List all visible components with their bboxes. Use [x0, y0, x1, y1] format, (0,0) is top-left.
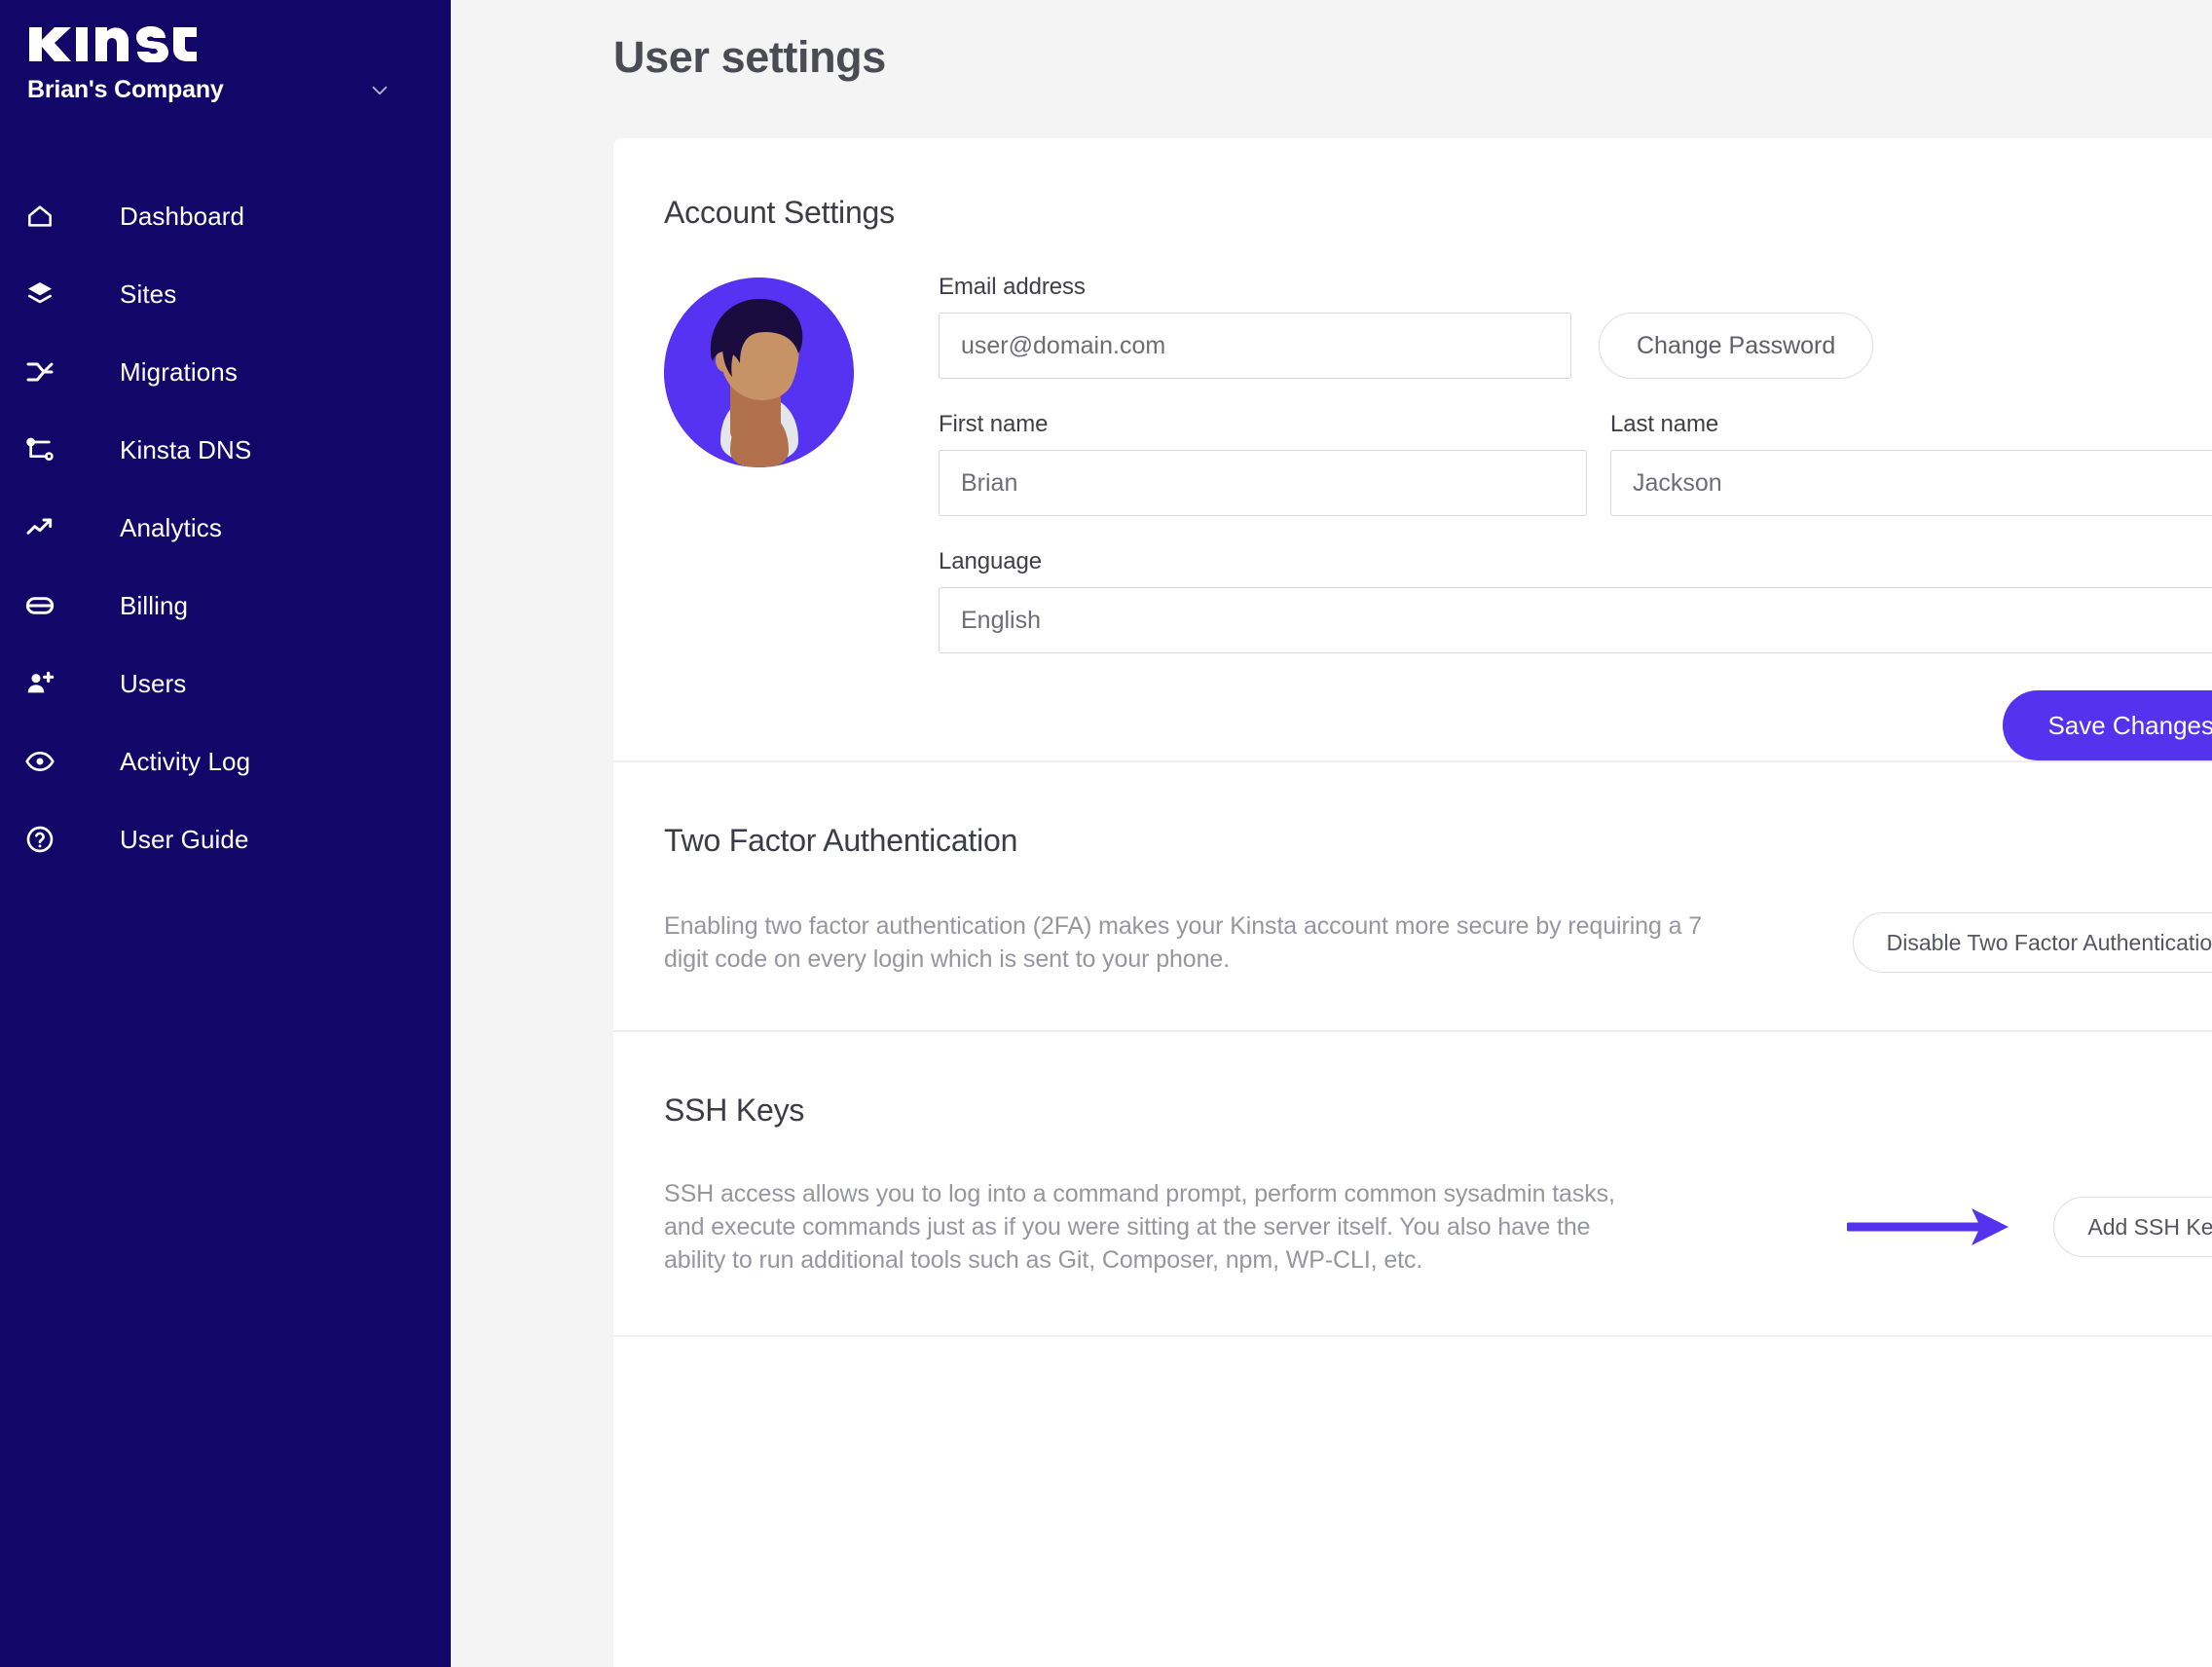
- right-arrow-annotation: [1847, 1204, 2020, 1250]
- sidebar-item-label: Users: [120, 668, 187, 698]
- language-select[interactable]: English: [939, 587, 2212, 653]
- last-name-label: Last name: [1610, 411, 1719, 437]
- account-settings-section: Account Settings Email address user@doma…: [613, 138, 2212, 760]
- home-icon: [24, 201, 67, 232]
- account-form: Email address user@domain.com Change Pas…: [939, 274, 2212, 760]
- first-name-field[interactable]: Brian: [939, 450, 1587, 516]
- sidebar-item-kinsta-dns[interactable]: Kinsta DNS: [0, 411, 451, 489]
- sidebar-item-users[interactable]: Users: [0, 645, 451, 722]
- sidebar-item-label: Dashboard: [120, 201, 245, 231]
- sidebar-item-label: User Guide: [120, 824, 249, 854]
- language-label: Language: [939, 548, 1042, 574]
- sidebar-item-label: Activity Log: [120, 746, 251, 776]
- kinsta-logo[interactable]: Kinsta: [27, 21, 207, 62]
- sidebar-item-label: Migrations: [120, 356, 238, 387]
- sidebar-item-label: Billing: [120, 590, 189, 620]
- email-field[interactable]: user@domain.com: [939, 313, 1571, 379]
- sidebar-item-activity-log[interactable]: Activity Log: [0, 722, 451, 800]
- two-factor-description: Enabling two factor authentication (2FA)…: [664, 912, 1703, 973]
- add-ssh-key-button[interactable]: Add SSH Key: [2053, 1197, 2212, 1257]
- sidebar-item-label: Analytics: [120, 512, 222, 542]
- card-footer-space: [613, 1337, 2212, 1388]
- sidebar-item-label: Kinsta DNS: [120, 434, 252, 464]
- ssh-description: SSH access allows you to log into a comm…: [664, 1180, 1615, 1274]
- sidebar-item-migrations[interactable]: Migrations: [0, 333, 451, 411]
- app-root: Kinsta Brian's Company Dashboard: [0, 0, 2212, 1667]
- first-name-label: First name: [939, 411, 1049, 437]
- company-switcher[interactable]: Brian's Company: [27, 76, 392, 104]
- sidebar-item-user-guide[interactable]: User Guide: [0, 800, 451, 878]
- avatar-wrap: [664, 274, 939, 760]
- sidebar-nav: Dashboard Sites Migrations Kinsta DNS An…: [0, 177, 451, 878]
- change-password-button[interactable]: Change Password: [1599, 313, 1874, 379]
- sidebar-item-label: Sites: [120, 278, 177, 309]
- last-name-value: Jackson: [1633, 468, 1722, 497]
- page-title: User settings: [613, 32, 886, 82]
- sidebar-item-sites[interactable]: Sites: [0, 255, 451, 333]
- last-name-field[interactable]: Jackson: [1610, 450, 2212, 516]
- credit-card-icon: [24, 590, 67, 621]
- question-circle-icon: [24, 824, 67, 855]
- section-title-account: Account Settings: [664, 195, 895, 230]
- sidebar-item-dashboard[interactable]: Dashboard: [0, 177, 451, 255]
- chevron-down-icon[interactable]: [367, 78, 392, 103]
- section-title-ssh: SSH Keys: [664, 1093, 805, 1128]
- disable-two-factor-button[interactable]: Disable Two Factor Authentication: [1852, 912, 2212, 973]
- eye-icon: [24, 746, 67, 777]
- email-value: user@domain.com: [961, 331, 1166, 359]
- company-name: Brian's Company: [27, 76, 224, 103]
- sidebar-item-analytics[interactable]: Analytics: [0, 489, 451, 567]
- email-label: Email address: [939, 274, 1086, 300]
- two-factor-section: Two Factor Authentication Enabling two f…: [613, 762, 2212, 1030]
- section-title-2fa: Two Factor Authentication: [664, 823, 1018, 858]
- save-changes-button[interactable]: Save Changes: [2003, 690, 2212, 760]
- network-nodes-icon: [24, 434, 67, 465]
- sidebar: Kinsta Brian's Company Dashboard: [0, 0, 451, 1667]
- language-value: English: [961, 606, 1041, 634]
- first-name-value: Brian: [961, 468, 1018, 497]
- settings-card: Account Settings Email address user@doma…: [613, 138, 2212, 1667]
- ssh-keys-section: SSH Keys SSH access allows you to log in…: [613, 1032, 2212, 1335]
- user-plus-icon: [24, 668, 67, 699]
- sidebar-item-billing[interactable]: Billing: [0, 567, 451, 645]
- main-content: User settings Account Settings Email add…: [451, 0, 2212, 1667]
- avatar[interactable]: [664, 278, 854, 467]
- merge-arrow-icon: [24, 356, 67, 388]
- trend-up-arrow-icon: [24, 512, 67, 543]
- layers-icon: [24, 278, 67, 310]
